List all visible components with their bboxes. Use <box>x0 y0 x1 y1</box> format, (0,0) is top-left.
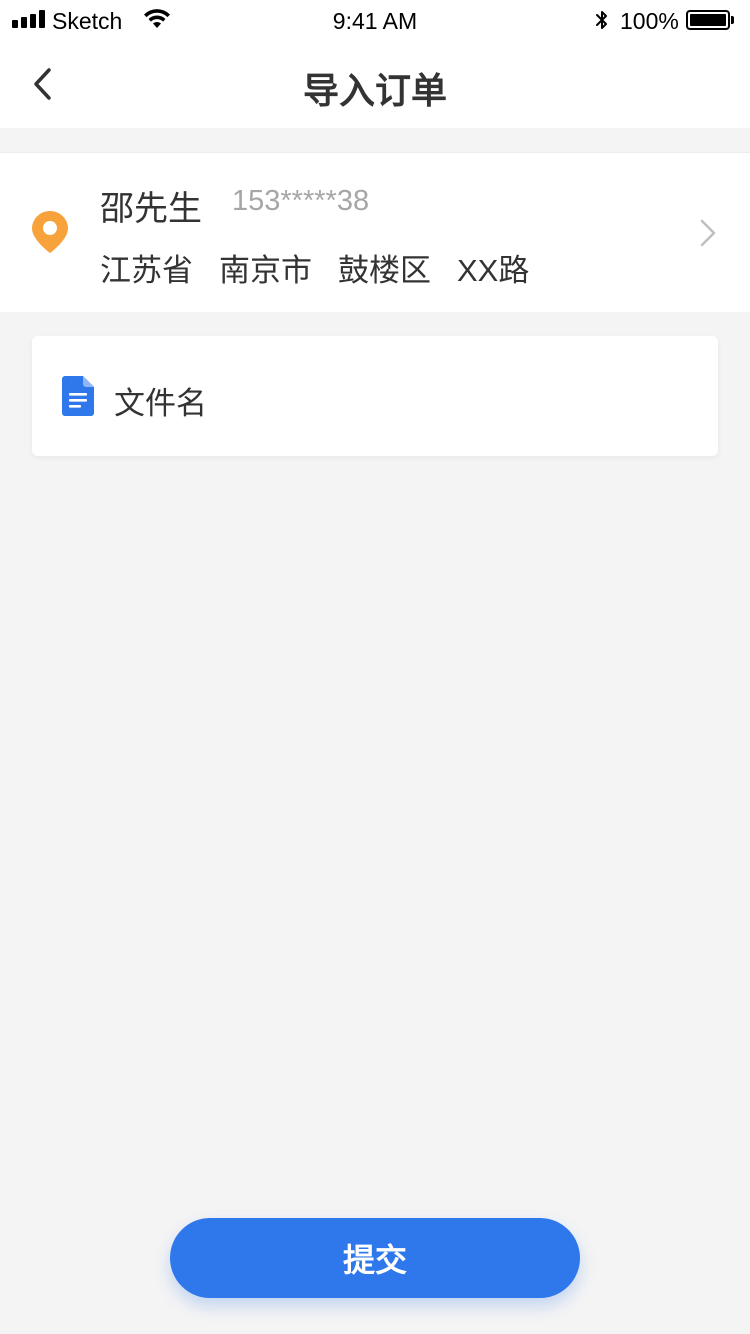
recipient-phone: 153*****38 <box>232 185 370 217</box>
address-province: 江苏省 <box>100 253 193 288</box>
page-title: 导入订单 <box>302 70 447 111</box>
recipient-name: 邵先生 <box>100 190 202 228</box>
address-street: XX路 <box>457 253 530 288</box>
submit-button[interactable]: 提交 <box>170 1218 580 1298</box>
document-icon <box>62 376 94 421</box>
address-city: 南京市 <box>219 253 312 288</box>
bluetooth-icon <box>594 8 610 39</box>
battery-icon <box>686 10 730 30</box>
import-order-screen: Sketch 9:41 AM 100% 导入订单 邵先生 153*****38 … <box>0 0 750 1334</box>
navigation-bar: 导入订单 <box>0 42 750 128</box>
status-bar: Sketch 9:41 AM 100% <box>0 0 750 42</box>
file-card[interactable]: 文件名 <box>32 336 718 456</box>
location-pin-icon <box>30 209 70 260</box>
battery-percentage: 100% <box>620 8 679 34</box>
address-card[interactable]: 邵先生 153*****38 江苏省 南京市 鼓楼区 XX路 <box>0 152 750 312</box>
address-district: 鼓楼区 <box>338 253 431 288</box>
chevron-right-icon <box>698 217 718 254</box>
battery-tip <box>731 16 734 24</box>
address-line: 江苏省 南京市 鼓楼区 XX路 <box>100 245 529 290</box>
file-name: 文件名 <box>114 386 207 421</box>
